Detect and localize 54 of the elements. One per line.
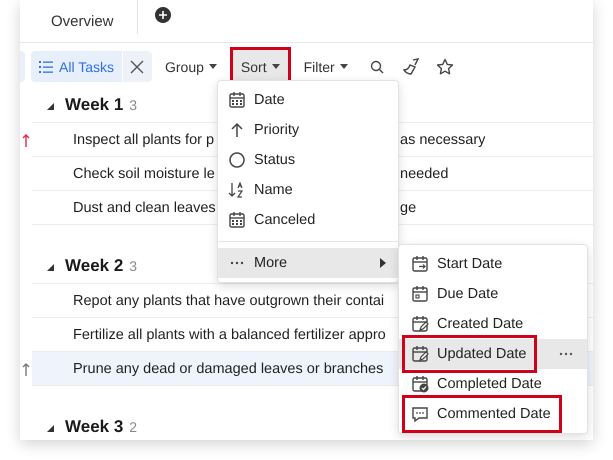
group-count: 2: [129, 419, 138, 435]
add-icon: [154, 7, 171, 23]
menu-item[interactable]: Name: [218, 175, 398, 205]
calendar-icon: [228, 91, 246, 109]
broom-icon: [402, 58, 420, 76]
task-title: ge: [400, 200, 416, 216]
triangle-icon: [47, 103, 54, 110]
menu-item[interactable]: Date: [218, 85, 398, 115]
more-icon: [559, 352, 573, 356]
calendar-icon: [228, 211, 246, 229]
task-title: Repot any plants that have outgrown their contai: [73, 292, 384, 308]
highlight-frame: Commented Date: [402, 395, 562, 433]
calendar-pencil-icon: [411, 345, 429, 363]
toolbar-button[interactable]: Group: [154, 51, 228, 82]
sort-az-icon: [228, 181, 246, 199]
caret-icon: [340, 64, 348, 69]
group-title: Week 1: [65, 95, 124, 115]
circle-icon: [228, 151, 246, 169]
view-button[interactable]: All Tasks: [31, 51, 122, 82]
calendar-pencil-icon: [411, 315, 429, 333]
close-button[interactable]: [122, 51, 152, 82]
task-title: Check soil moisture le: [73, 166, 216, 182]
group-count: 3: [129, 258, 138, 274]
triangle-icon: [47, 264, 54, 271]
tab[interactable]: Overview: [49, 12, 116, 30]
search-icon: [370, 60, 384, 74]
star-icon: [436, 58, 454, 76]
menu-item[interactable]: Priority: [218, 115, 398, 145]
calendar-icon: [411, 285, 429, 303]
task-title: needed: [400, 166, 448, 182]
task-title: Prune any dead or damaged leaves or branches: [73, 360, 384, 376]
caret-icon: [272, 64, 280, 69]
menu-item[interactable]: Canceled: [218, 205, 398, 235]
menu-item[interactable]: Start Date: [399, 249, 587, 279]
group-count: 3: [129, 97, 138, 113]
group-title: Week 3: [65, 417, 124, 437]
task-title: as necessary: [400, 132, 486, 148]
close-icon: [130, 60, 144, 74]
task-title: Inspect all plants for p: [73, 132, 216, 148]
task-title: Fertilize all plants with a balanced fertilizer appro: [73, 326, 386, 342]
toolbar-button[interactable]: Filter: [292, 51, 359, 82]
comment-icon: [411, 405, 429, 423]
highlight-frame: Updated Date: [402, 335, 538, 373]
calendar-check-icon: [411, 375, 429, 393]
caret-right-icon: [380, 258, 386, 268]
list-icon: [39, 60, 53, 72]
menu-item[interactable]: More: [218, 248, 398, 278]
triangle-icon: [47, 425, 54, 432]
menu-item[interactable]: Status: [218, 145, 398, 175]
more-icon: [230, 261, 244, 265]
caret-icon: [208, 64, 217, 69]
calendar-icon: [411, 255, 429, 273]
task-title: Dust and clean leaves: [73, 200, 217, 216]
group-title: Week 2: [65, 256, 124, 276]
